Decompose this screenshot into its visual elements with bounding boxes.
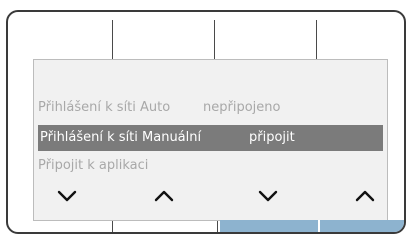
top-divider [112,20,113,60]
menu-item-value: připojit [249,130,295,145]
menu-item-auto-login[interactable]: Přihlášení k síti Auto nepřipojeno [38,95,280,121]
device-panel: Přihlášení k síti Auto nepřipojeno Přihl… [6,10,406,234]
nav-down-button[interactable] [54,186,80,206]
nav-up-button[interactable] [352,186,378,206]
menu-item-label: Přihlášení k síti Auto [38,100,171,115]
softkey-divider [318,220,320,232]
menu-item-value: nepřipojeno [203,100,281,115]
chevron-up-icon [355,190,375,202]
menu-item-label: Přihlášení k síti Manuální [40,130,202,145]
nav-down-button[interactable] [255,186,281,206]
softkey-4-highlight[interactable] [320,220,404,232]
bottom-divider [112,221,113,232]
menu-item-manual-login[interactable]: Přihlášení k síti Manuální připojit [38,125,383,151]
chevron-down-icon [258,190,278,202]
display-screen: Přihlášení k síti Auto nepřipojeno Přihl… [33,59,388,221]
nav-up-button[interactable] [151,186,177,206]
top-divider [316,20,317,60]
softkey-3-highlight[interactable] [220,220,318,232]
bottom-divider [217,221,218,232]
chevron-up-icon [154,190,174,202]
menu-item-connect-app[interactable]: Připojit k aplikaci [38,153,148,179]
chevron-down-icon [57,190,77,202]
top-divider [214,20,215,60]
menu-item-label: Připojit k aplikaci [38,158,149,173]
